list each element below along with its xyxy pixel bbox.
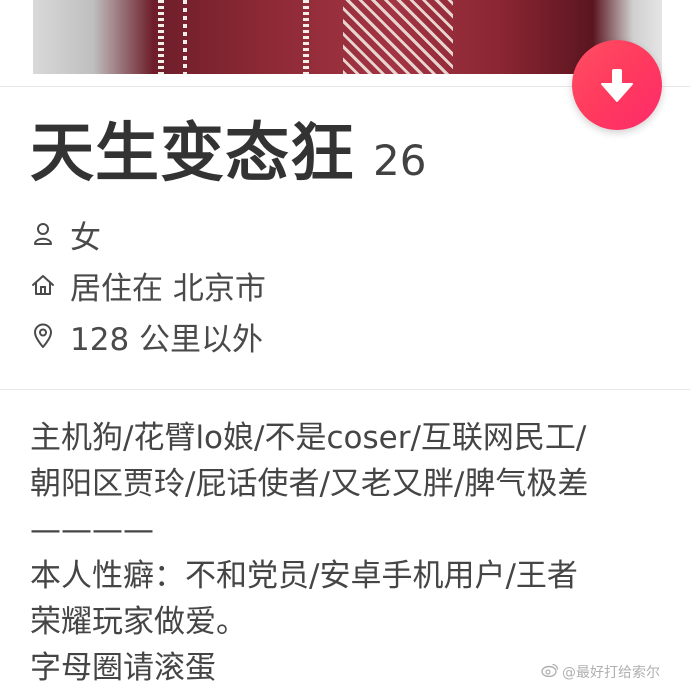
weibo-logo-icon xyxy=(541,663,559,681)
bio-line: 主机狗/花臂lo娘/不是coser/互联网民工/ xyxy=(30,420,587,456)
distance-text: 128 公里以外 xyxy=(70,321,264,358)
profile-name: 天生变态狂 xyxy=(30,117,355,191)
gender-row: 女 xyxy=(30,212,101,256)
distance-row: 128 公里以外 xyxy=(30,314,263,358)
profile-age: 26 xyxy=(373,136,427,185)
watermark: @最好打给索尔 xyxy=(541,662,660,682)
photo-detail xyxy=(303,0,309,74)
photo-detail xyxy=(158,0,164,74)
bio-line: 荣耀玩家做爱。 xyxy=(30,604,247,640)
profile-photo[interactable] xyxy=(33,0,662,74)
gender-text: 女 xyxy=(70,219,101,256)
residence-row: 居住在 北京市 xyxy=(30,263,266,307)
bio-line: 本人性癖：不和党员/安卓手机用户/王者 xyxy=(30,558,578,594)
bio-line: ———— xyxy=(30,512,154,548)
location-pin-icon xyxy=(30,323,56,349)
collapse-profile-button[interactable] xyxy=(572,40,662,130)
bio-line: 朝阳区贾玲/屁话使者/又老又胖/脾气极差 xyxy=(30,466,589,502)
person-icon xyxy=(30,221,56,247)
watermark-text: @最好打给索尔 xyxy=(562,665,660,681)
bio-section: 主机狗/花臂lo娘/不是coser/互联网民工/ 朝阳区贾玲/屁话使者/又老又胖… xyxy=(30,415,670,690)
residence-text: 居住在 北京市 xyxy=(70,270,266,307)
name-age-row: 天生变态狂 26 xyxy=(30,116,426,192)
divider xyxy=(0,389,690,390)
home-icon xyxy=(30,272,56,298)
arrow-down-icon xyxy=(601,69,633,102)
